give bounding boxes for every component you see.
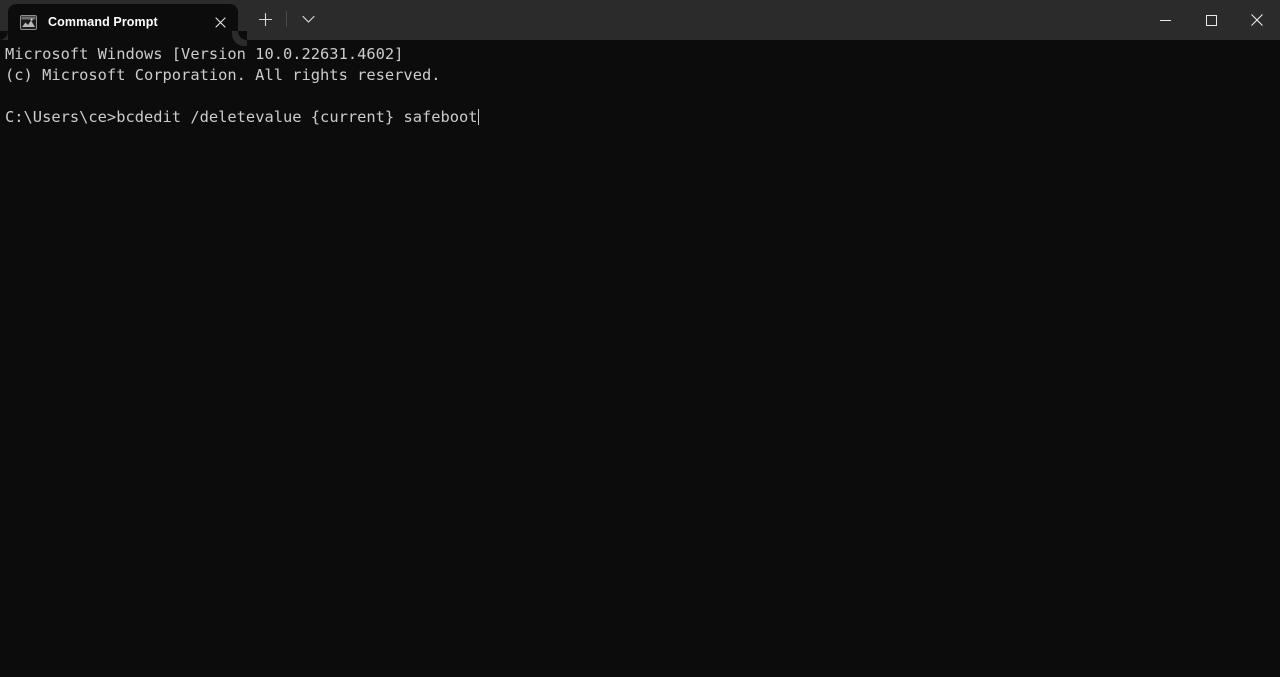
command-prompt-window: Command Prompt Microsoft Windows [Versio… <box>0 0 1280 677</box>
close-icon[interactable] <box>1234 0 1280 40</box>
terminal-prompt-line: C:\Users\ce>bcdedit /deletevalue {curren… <box>5 107 1280 128</box>
text-cursor <box>477 109 480 125</box>
minimize-icon[interactable] <box>1142 0 1188 40</box>
maximize-icon[interactable] <box>1188 0 1234 40</box>
titlebar[interactable]: Command Prompt <box>0 0 1280 40</box>
titlebar-drag-region[interactable] <box>325 0 1280 40</box>
new-tab-icon[interactable] <box>248 4 282 34</box>
tab-command-prompt[interactable]: Command Prompt <box>8 4 247 40</box>
terminal-output[interactable]: Microsoft Windows [Version 10.0.22631.46… <box>0 40 1280 677</box>
prompt-path: C:\Users\ce> <box>5 108 117 126</box>
terminal-line: (c) Microsoft Corporation. All rights re… <box>5 66 441 84</box>
tabstrip-divider <box>286 11 287 27</box>
window-controls <box>1142 0 1280 40</box>
tab-label: Command Prompt <box>48 15 158 29</box>
tabstrip-actions <box>248 0 325 40</box>
chevron-down-icon[interactable] <box>291 4 325 34</box>
command-text: bcdedit /deletevalue {current} safeboot <box>116 108 478 126</box>
console-window-icon <box>20 14 37 30</box>
tab-strip: Command Prompt <box>0 0 325 40</box>
tab-close-icon[interactable] <box>206 9 234 35</box>
terminal-line: Microsoft Windows [Version 10.0.22631.46… <box>5 45 404 63</box>
